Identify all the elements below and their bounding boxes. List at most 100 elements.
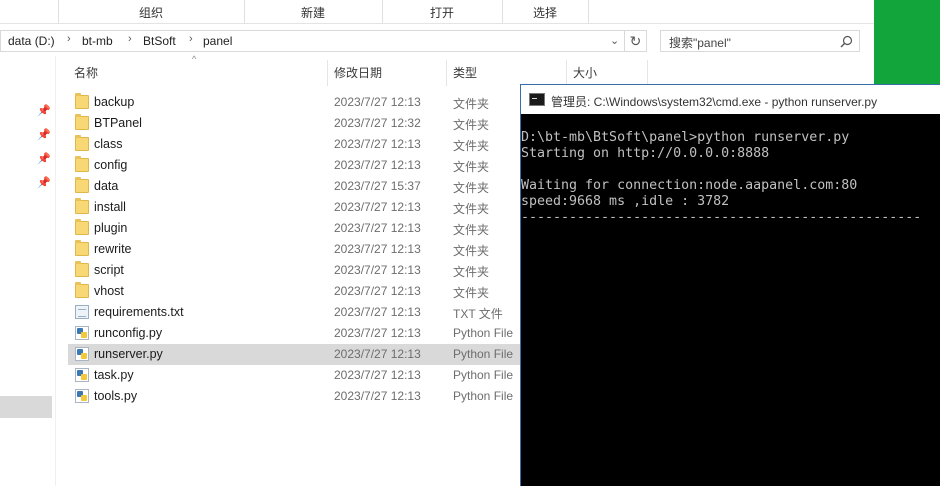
file-type: 文件夹	[453, 286, 490, 300]
file-name: runserver.py	[94, 347, 163, 361]
file-modified-date: 2023/7/27 12:32	[334, 116, 421, 130]
navigation-pane[interactable]: 📌 📌 📌 📌	[0, 56, 56, 486]
file-modified-date: 2023/7/27 12:13	[334, 284, 421, 298]
file-row[interactable]: class 2023/7/27 12:13 文件夹	[68, 134, 520, 155]
file-modified-date: 2023/7/27 12:13	[334, 95, 421, 109]
console-line: ----------------------------------------…	[521, 210, 922, 225]
pin-icon: 📌	[37, 105, 51, 117]
console-icon	[529, 93, 545, 106]
column-divider[interactable]	[446, 60, 447, 86]
console-line: D:\bt-mb\BtSoft\panel>python runserver.p…	[521, 130, 850, 145]
breadcrumb-bt-mb[interactable]: bt-mb	[82, 34, 113, 48]
folder-icon	[75, 219, 89, 235]
cmd-window-title: 管理员: C:\Windows\system32\cmd.exe - pytho…	[551, 95, 878, 109]
file-row[interactable]: requirements.txt 2023/7/27 12:13 TXT 文件	[68, 302, 520, 323]
file-type: Python File	[453, 347, 514, 361]
nav-selected-item[interactable]	[0, 396, 52, 418]
file-name: tools.py	[94, 389, 138, 403]
file-modified-date: 2023/7/27 12:13	[334, 347, 421, 361]
folder-icon	[75, 135, 89, 151]
chevron-right-icon[interactable]: ›	[67, 33, 71, 45]
chevron-down-icon[interactable]: ⌄	[610, 34, 619, 47]
file-type: 文件夹	[453, 223, 490, 237]
file-type: TXT 文件	[453, 307, 503, 321]
file-type: Python File	[453, 368, 514, 382]
chevron-right-icon[interactable]: ›	[189, 33, 193, 45]
folder-icon	[75, 282, 89, 298]
file-name: config	[94, 158, 128, 172]
ribbon-group-new[interactable]: 新建	[244, 4, 382, 21]
column-header-date[interactable]: 修改日期	[334, 64, 382, 81]
console-output[interactable]: D:\bt-mb\BtSoft\panel>python runserver.p…	[521, 130, 921, 226]
pin-icon: 📌	[37, 129, 51, 141]
file-modified-date: 2023/7/27 12:13	[334, 305, 421, 319]
file-modified-date: 2023/7/27 12:13	[334, 158, 421, 172]
file-type: 文件夹	[453, 118, 490, 132]
file-type: 文件夹	[453, 265, 490, 279]
file-row[interactable]: runconfig.py 2023/7/27 12:13 Python File	[68, 323, 520, 344]
console-line: speed:9668 ms ,idle : 3782	[521, 194, 730, 209]
breadcrumb-drive[interactable]: data (D:)	[8, 34, 55, 48]
file-row[interactable]: plugin 2023/7/27 12:13 文件夹	[68, 218, 520, 239]
folder-icon	[75, 114, 89, 130]
file-modified-date: 2023/7/27 12:13	[334, 326, 421, 340]
folder-icon	[75, 240, 89, 256]
file-type: 文件夹	[453, 244, 490, 258]
column-divider[interactable]	[566, 60, 567, 86]
file-row[interactable]: tools.py 2023/7/27 12:13 Python File	[68, 386, 520, 407]
file-row[interactable]: task.py 2023/7/27 12:13 Python File	[68, 365, 520, 386]
column-divider[interactable]	[647, 60, 648, 86]
folder-icon	[75, 198, 89, 214]
column-header-name[interactable]: 名称	[74, 64, 98, 81]
file-modified-date: 2023/7/27 12:13	[334, 242, 421, 256]
text-file-icon	[75, 305, 89, 319]
file-name: runconfig.py	[94, 326, 163, 340]
search-input[interactable]: 搜索"panel"	[660, 30, 860, 52]
folder-icon	[75, 261, 89, 277]
pin-icon: 📌	[37, 177, 51, 189]
python-file-icon	[75, 389, 89, 403]
file-name: backup	[94, 95, 135, 109]
file-name: rewrite	[94, 242, 132, 256]
address-bar[interactable]: data (D:) › bt-mb › BtSoft › panel ⌄	[0, 30, 625, 52]
file-row[interactable]: script 2023/7/27 12:13 文件夹	[68, 260, 520, 281]
pin-icon: 📌	[37, 153, 51, 165]
file-row[interactable]: BTPanel 2023/7/27 12:32 文件夹	[68, 113, 520, 134]
file-type: 文件夹	[453, 202, 490, 216]
ribbon-group-organize[interactable]: 组织	[58, 4, 244, 21]
file-type: 文件夹	[453, 181, 490, 195]
file-type: Python File	[453, 326, 514, 340]
file-modified-date: 2023/7/27 12:13	[334, 200, 421, 214]
breadcrumb-panel[interactable]: panel	[203, 34, 232, 48]
chevron-right-icon[interactable]: ›	[128, 33, 132, 45]
cmd-title-bar[interactable]: 管理员: C:\Windows\system32\cmd.exe - pytho…	[521, 84, 940, 114]
console-line: Waiting for connection:node.aapanel.com:…	[521, 178, 858, 193]
refresh-icon[interactable]: ↻	[625, 30, 647, 52]
file-modified-date: 2023/7/27 12:13	[334, 389, 421, 403]
column-header-size[interactable]: 大小	[573, 64, 597, 81]
search-icon[interactable]	[840, 35, 853, 48]
ribbon-group-select[interactable]: 选择	[502, 4, 588, 21]
file-name: class	[94, 137, 123, 151]
column-divider[interactable]	[327, 60, 328, 86]
python-file-icon	[75, 326, 89, 340]
file-row[interactable]: install 2023/7/27 12:13 文件夹	[68, 197, 520, 218]
file-row[interactable]: data 2023/7/27 15:37 文件夹	[68, 176, 520, 197]
file-row[interactable]: runserver.py 2023/7/27 12:13 Python File	[68, 344, 520, 365]
file-row[interactable]: vhost 2023/7/27 12:13 文件夹	[68, 281, 520, 302]
file-name: BTPanel	[94, 116, 142, 130]
ribbon-group-open[interactable]: 打开	[382, 4, 502, 21]
search-placeholder: 搜索"panel"	[669, 36, 731, 50]
file-type: Python File	[453, 389, 514, 403]
file-row[interactable]: config 2023/7/27 12:13 文件夹	[68, 155, 520, 176]
folder-icon	[75, 93, 89, 109]
file-row[interactable]: rewrite 2023/7/27 12:13 文件夹	[68, 239, 520, 260]
folder-icon	[75, 177, 89, 193]
breadcrumb-btsoft[interactable]: BtSoft	[143, 34, 176, 48]
column-header-type[interactable]: 类型	[453, 64, 477, 81]
file-name: install	[94, 200, 126, 214]
file-modified-date: 2023/7/27 12:13	[334, 263, 421, 277]
python-file-icon	[75, 347, 89, 361]
file-row[interactable]: backup 2023/7/27 12:13 文件夹	[68, 92, 520, 113]
cmd-window[interactable]: 管理员: C:\Windows\system32\cmd.exe - pytho…	[520, 84, 940, 486]
